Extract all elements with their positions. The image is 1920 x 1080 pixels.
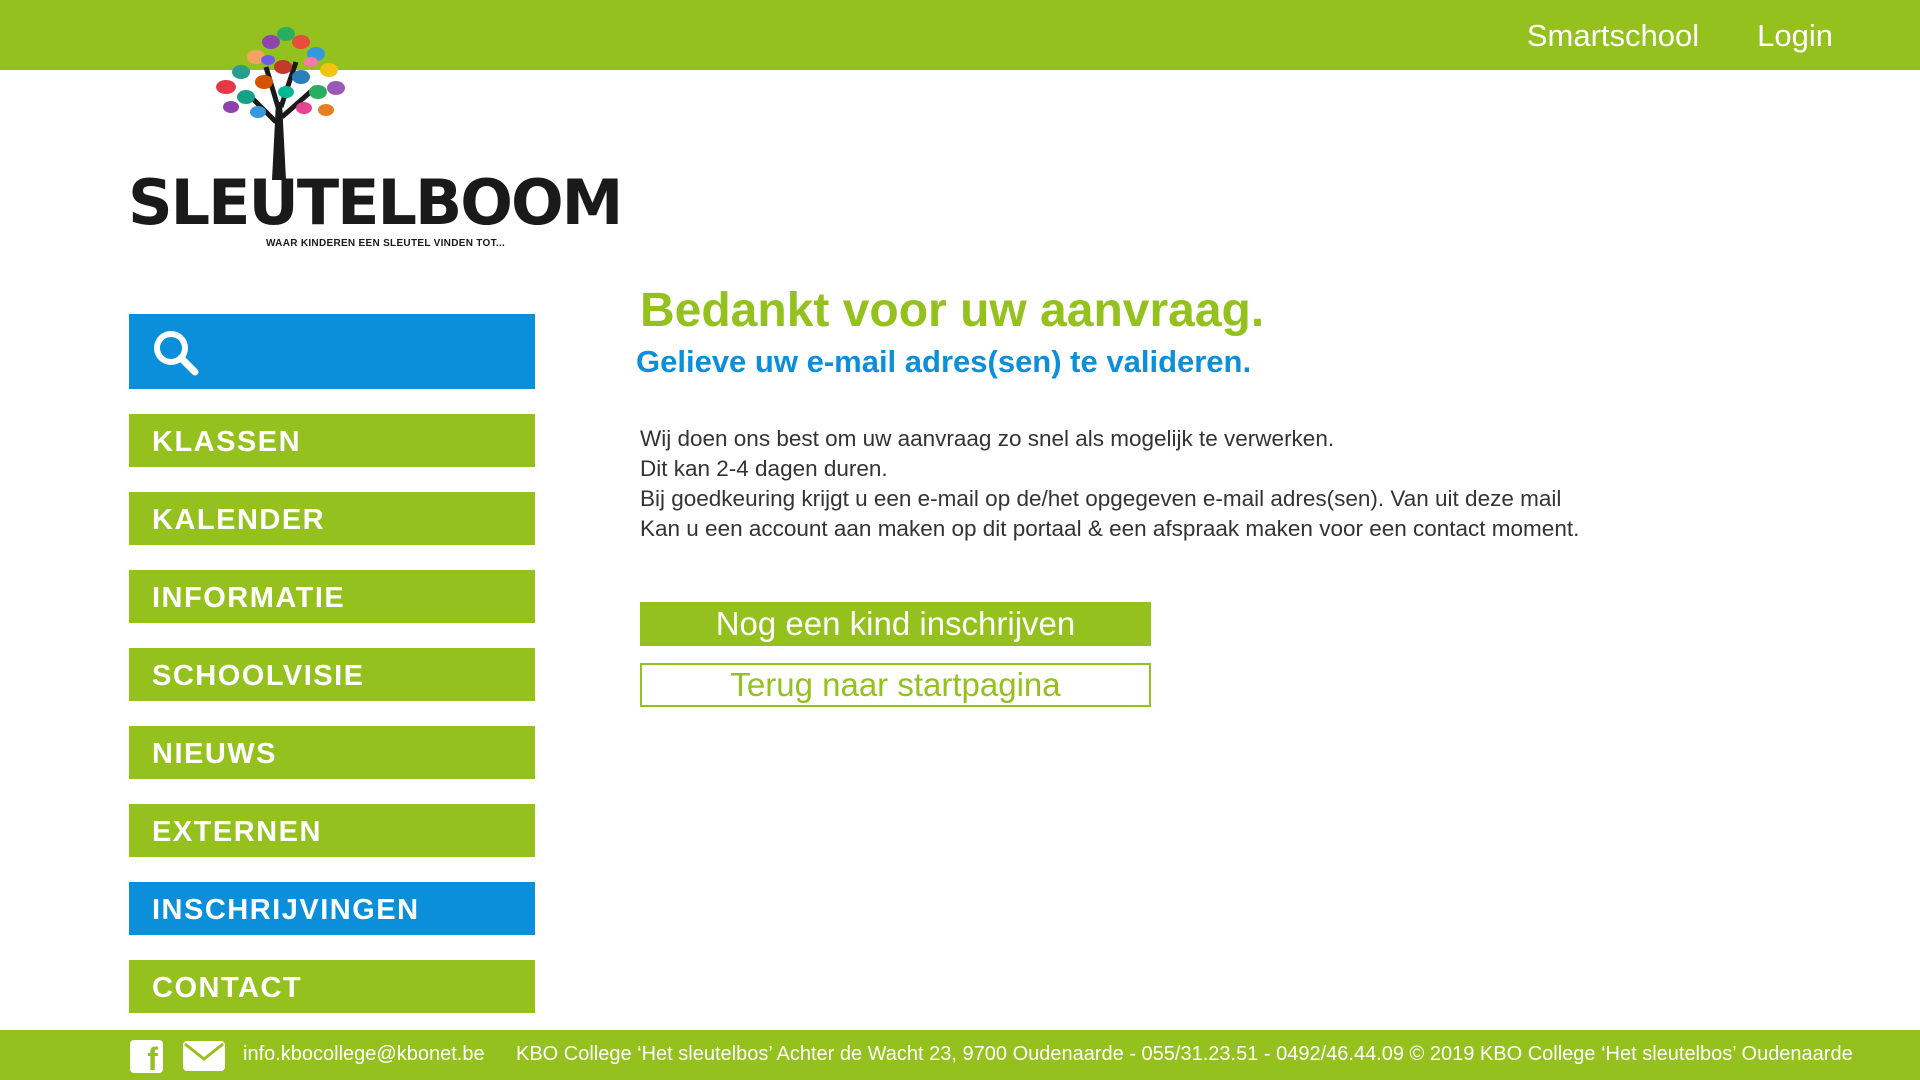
footer-email-link[interactable]: info.kbocollege@kbonet.be (243, 1043, 485, 1066)
sidebar-item-externen[interactable]: EXTERNEN (129, 804, 535, 857)
paragraph-line: Bij goedkeuring krijgt u een e-mail op d… (640, 486, 1562, 511)
login-link[interactable]: Login (1757, 18, 1833, 54)
back-to-home-button[interactable]: Terug naar startpagina (640, 663, 1151, 707)
logo[interactable]: SLEUTELBOOM WAAR KINDEREN EEN SLEUTEL VI… (126, 12, 623, 252)
search-icon (154, 331, 199, 376)
logo-wordmark: SLEUTELBOOM (128, 166, 623, 239)
top-nav: Smartschool Login (1527, 18, 1833, 54)
facebook-icon[interactable]: f (130, 1040, 163, 1075)
paragraph-line: Wij doen ons best om uw aanvraag zo snel… (640, 426, 1335, 451)
page: Smartschool Login SLEUTELBOOM WAAR KINDE… (0, 0, 1920, 1080)
sidebar-item-nieuws[interactable]: NIEUWS (129, 726, 535, 779)
footer-address: KBO College ‘Het sleutelbos’ Achter de W… (516, 1043, 1853, 1065)
main-content: Bedankt voor uw aanvraag. Gelieve uw e-m… (636, 283, 1838, 707)
sidebar-item-contact[interactable]: CONTACT (129, 960, 535, 1013)
paragraph-line: Dit kan 2-4 dagen duren. (640, 456, 888, 481)
page-title: Bedankt voor uw aanvraag. (640, 284, 1265, 337)
footer: f info.kbocollege@kbonet.be KBO College … (0, 1030, 1920, 1080)
sidebar-item-schoolvisie[interactable]: SCHOOLVISIE (129, 648, 535, 701)
search-button[interactable] (129, 314, 535, 389)
sidebar-item-inschrijvingen[interactable]: INSCHRIJVINGEN (129, 882, 535, 935)
sidebar-item-informatie[interactable]: INFORMATIE (129, 570, 535, 623)
sidebar-item-klassen[interactable]: KLASSEN (129, 414, 535, 467)
register-another-child-button[interactable]: Nog een kind inschrijven (640, 602, 1151, 646)
paragraph-line: Kan u een account aan maken op dit porta… (640, 516, 1580, 541)
logo-tagline: WAAR KINDEREN EEN SLEUTEL VINDEN TOT... (266, 238, 506, 249)
mail-icon[interactable] (182, 1040, 226, 1072)
sidebar-nav: KLASSEN KALENDER INFORMATIE SCHOOLVISIE … (129, 414, 535, 1038)
sidebar-item-kalender[interactable]: KALENDER (129, 492, 535, 545)
info-paragraph: Wij doen ons best om uw aanvraag zo snel… (640, 424, 1838, 544)
tree-logo-icon (216, 27, 345, 180)
smartschool-link[interactable]: Smartschool (1527, 18, 1699, 54)
page-subtitle: Gelieve uw e-mail adres(sen) te validere… (636, 344, 1252, 379)
